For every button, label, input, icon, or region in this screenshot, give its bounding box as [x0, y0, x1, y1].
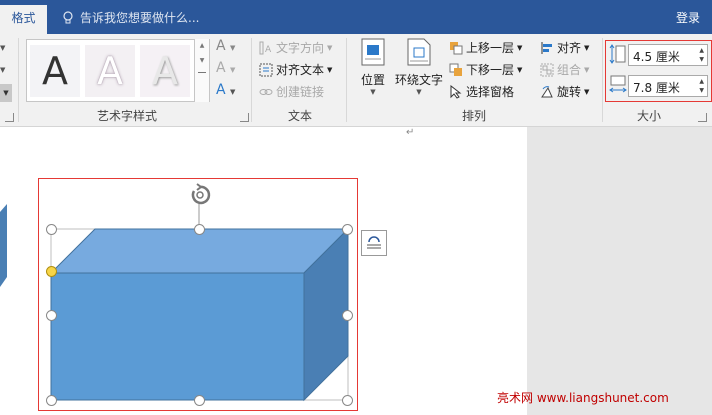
adjust-handle[interactable] — [46, 266, 57, 277]
send-backward-icon — [449, 63, 462, 76]
text-outline-button[interactable]: A ▼ — [216, 60, 235, 76]
lightbulb-icon — [63, 10, 73, 23]
width-icon — [609, 75, 627, 93]
wrap-text-button[interactable]: 环绕文字 ▼ — [394, 38, 444, 96]
tell-me-box[interactable]: 告诉我您想要做什么... — [62, 9, 199, 26]
selection-pane-icon — [450, 84, 462, 99]
resize-handle-top[interactable] — [194, 224, 205, 235]
create-link-label: 创建链接 — [276, 85, 325, 99]
tab-format[interactable]: 格式 — [0, 5, 47, 34]
separator — [18, 38, 19, 122]
wordart-style-1[interactable]: A — [30, 45, 80, 97]
align-text-label: 对齐文本 — [276, 63, 325, 77]
tell-me-placeholder: 告诉我您想要做什么... — [80, 11, 200, 25]
group-icon — [540, 63, 554, 76]
resize-handle-left[interactable] — [46, 310, 57, 321]
wrap-text-label: 环绕文字 — [394, 73, 443, 87]
resize-handle-bottom[interactable] — [194, 395, 205, 406]
height-up-icon[interactable]: ▲ — [699, 47, 704, 54]
ribbon: ▼ ▼ ▼ A A A ▲ ▼ A ▼ A ▼ A ▼ 艺术字样式 A 文字方向 … — [0, 34, 712, 127]
svg-text:A: A — [265, 45, 272, 55]
separator — [251, 38, 252, 122]
bring-forward-label: 上移一层 — [466, 41, 515, 55]
document-canvas[interactable]: ↵ — [0, 127, 527, 415]
resize-handle-top-left[interactable] — [46, 224, 57, 235]
group-label-wordart: 艺术字样式 — [97, 109, 158, 123]
text-effects-button[interactable]: A ▼ — [216, 82, 235, 98]
size-launcher-icon[interactable] — [698, 113, 707, 122]
send-backward-button[interactable]: 下移一层 ▼ — [449, 61, 522, 78]
selection-pane-button[interactable]: 选择窗格 — [449, 83, 514, 100]
align-text-icon — [259, 63, 273, 76]
bring-forward-icon — [450, 41, 463, 54]
width-input[interactable]: 7.8 厘米 ▲ ▼ — [628, 75, 708, 97]
title-bar: 格式 告诉我您想要做什么... 登录 — [0, 0, 712, 34]
height-icon — [609, 44, 626, 64]
resize-handle-right[interactable] — [342, 310, 353, 321]
rotate-button[interactable]: 旋转 ▼ — [540, 83, 589, 100]
wordart-gallery[interactable]: A A A — [26, 39, 210, 102]
wrap-text-icon — [407, 38, 431, 66]
height-input[interactable]: 4.5 厘米 ▲ ▼ — [628, 44, 708, 66]
group-label-text: 文本 — [288, 109, 313, 123]
align-label: 对齐 — [557, 41, 582, 55]
layout-options-button[interactable] — [361, 230, 387, 256]
launcher-icon[interactable] — [5, 113, 14, 122]
cube-shape[interactable] — [40, 182, 360, 410]
text-direction-label: 文字方向 — [276, 41, 325, 55]
page-margin-area — [527, 127, 712, 415]
align-text-button[interactable]: 对齐文本 ▼ — [259, 61, 332, 78]
group-label: 组合 — [557, 63, 582, 77]
wordart-launcher-icon[interactable] — [240, 113, 249, 122]
position-icon — [361, 38, 385, 66]
left-partial-controls[interactable]: ▼ ▼ ▼ — [0, 40, 12, 102]
width-value: 7.8 厘米 — [633, 81, 680, 95]
width-up-icon[interactable]: ▲ — [699, 78, 704, 85]
text-direction-button[interactable]: A 文字方向 ▼ — [259, 39, 332, 56]
link-icon — [259, 88, 273, 95]
rotate-label: 旋转 — [557, 85, 582, 99]
watermark: 亮术网 www.liangshunet.com — [497, 391, 669, 405]
height-down-icon[interactable]: ▼ — [699, 56, 704, 63]
height-value: 4.5 厘米 — [633, 50, 680, 64]
send-backward-label: 下移一层 — [466, 63, 515, 77]
wordart-style-2[interactable]: A — [85, 45, 135, 97]
partial-shape-left[interactable] — [0, 202, 10, 292]
create-link-button[interactable]: 创建链接 — [259, 83, 324, 100]
bring-forward-button[interactable]: 上移一层 ▼ — [449, 39, 522, 56]
align-button[interactable]: 对齐 ▼ — [540, 39, 589, 56]
resize-handle-bottom-left[interactable] — [46, 395, 57, 406]
group-button[interactable]: 组合 ▼ — [540, 61, 589, 78]
separator — [346, 38, 347, 122]
resize-handle-top-right[interactable] — [342, 224, 353, 235]
group-label-arrange: 排列 — [462, 109, 487, 123]
group-label-size: 大小 — [637, 109, 662, 123]
position-button[interactable]: 位置 ▼ — [356, 38, 390, 96]
text-direction-icon: A — [259, 41, 272, 55]
separator — [602, 38, 603, 122]
align-icon — [541, 41, 552, 54]
text-fill-button[interactable]: A ▼ — [216, 38, 235, 54]
rotate-icon — [541, 85, 553, 97]
width-down-icon[interactable]: ▼ — [699, 87, 704, 94]
layout-options-icon — [367, 236, 381, 249]
login-link[interactable]: 登录 — [676, 9, 700, 26]
wordart-style-3[interactable]: A — [140, 45, 190, 97]
resize-handle-bottom-right[interactable] — [342, 395, 353, 406]
selection-pane-label: 选择窗格 — [466, 85, 515, 99]
rotate-handle-icon[interactable] — [188, 183, 212, 207]
paragraph-mark-icon: ↵ — [406, 127, 415, 138]
gallery-scroll[interactable]: ▲ ▼ — [194, 39, 209, 102]
position-label: 位置 — [360, 73, 385, 87]
